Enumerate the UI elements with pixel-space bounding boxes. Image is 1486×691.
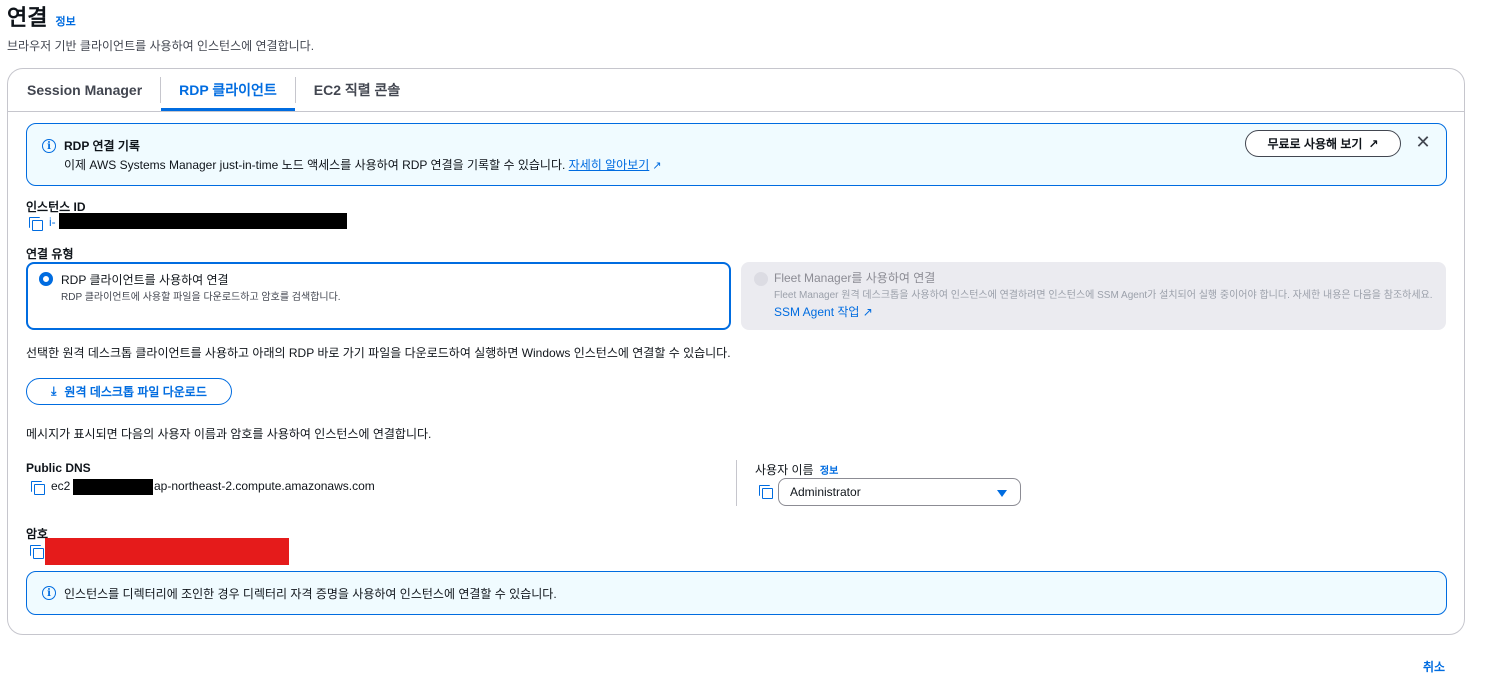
copy-icon[interactable] — [29, 217, 43, 231]
download-icon: ⤓ — [51, 384, 57, 398]
learn-more-link[interactable]: 자세히 알아보기 ↗ — [569, 158, 662, 172]
ssm-agent-link[interactable]: SSM Agent 작업 ↗ — [774, 305, 873, 319]
rdp-client-option[interactable]: RDP 클라이언트를 사용하여 연결 RDP 클라이언트에 사용할 파일을 다운… — [26, 262, 731, 330]
column-divider — [736, 460, 737, 506]
credentials-instructions: 메시지가 표시되면 다음의 사용자 이름과 암호를 사용하여 인스턴스에 연결합… — [26, 427, 432, 441]
flash-body: 인스턴스를 디렉터리에 조인한 경우 디렉터리 자격 증명을 사용하여 인스턴스… — [64, 587, 557, 601]
rdp-instructions: 선택한 원격 데스크톱 클라이언트를 사용하고 아래의 RDP 바로 가기 파일… — [26, 346, 731, 360]
password-redaction — [45, 538, 289, 565]
copy-icon[interactable] — [31, 481, 45, 495]
external-link-icon: ↗ — [862, 305, 873, 319]
username-label-text: 사용자 이름 — [755, 463, 814, 477]
tab-list: Session Manager RDP 클라이언트 EC2 직렬 콘솔 — [8, 69, 418, 111]
username-select[interactable]: Administrator — [778, 478, 1021, 506]
fleet-manager-option: Fleet Manager를 사용하여 연결 Fleet Manager 원격 … — [741, 262, 1446, 330]
try-free-label: 무료로 사용해 보기 — [1267, 137, 1363, 151]
page-description: 브라우저 기반 클라이언트를 사용하여 인스턴스에 연결합니다. — [7, 39, 315, 53]
username-info-link[interactable]: 정보 — [820, 466, 838, 477]
tabs-underline — [8, 111, 1464, 112]
tab-ec2-serial-console[interactable]: EC2 직렬 콘솔 — [296, 69, 419, 111]
cancel-button[interactable]: 취소 — [1423, 658, 1445, 675]
public-dns-suffix: ap-northeast-2.compute.amazonaws.com — [154, 479, 375, 493]
page-header: 연결 정보 브라우저 기반 클라이언트를 사용하여 인스턴스에 연결합니다. — [7, 4, 314, 54]
option-description: RDP 클라이언트에 사용할 파일을 다운로드하고 암호를 검색합니다. — [61, 292, 341, 303]
info-icon: i — [42, 139, 56, 153]
download-label: 원격 데스크톱 파일 다운로드 — [64, 385, 207, 399]
copy-icon[interactable] — [30, 545, 44, 559]
copy-icon[interactable] — [759, 485, 773, 499]
external-link-icon: ↗ — [1368, 136, 1379, 151]
public-dns-prefix: ec2 — [51, 479, 71, 493]
instance-id-prefix: i- — [49, 215, 56, 229]
public-dns-redaction — [73, 479, 153, 495]
option-title: RDP 클라이언트를 사용하여 연결 — [61, 273, 229, 287]
download-rdp-file-button[interactable]: ⤓ 원격 데스크톱 파일 다운로드 — [26, 378, 232, 405]
option-description-text: Fleet Manager 원격 데스크톱을 사용하여 인스턴스에 연결하려면 … — [774, 290, 1433, 301]
flash-title: RDP 연결 기록 — [64, 139, 140, 153]
option-description: Fleet Manager 원격 데스크톱을 사용하여 인스턴스에 연결하려면 … — [774, 287, 1439, 322]
try-free-button[interactable]: 무료로 사용해 보기 ↗ — [1245, 130, 1401, 157]
connect-panel: Session Manager RDP 클라이언트 EC2 직렬 콘솔 i RD… — [7, 68, 1465, 635]
instance-id-redaction — [59, 213, 347, 229]
header-info-link[interactable]: 정보 — [55, 13, 75, 29]
info-icon: i — [42, 586, 56, 600]
rdp-recording-flash: i RDP 연결 기록 이제 AWS Systems Manager just-… — [26, 123, 1447, 186]
username-label: 사용자 이름 정보 — [755, 461, 838, 478]
username-value: Administrator — [790, 485, 861, 499]
close-icon[interactable]: ✕ — [1411, 130, 1435, 154]
radio-disabled — [754, 272, 768, 286]
connection-type-label: 연결 유형 — [26, 247, 74, 261]
tab-rdp-client[interactable]: RDP 클라이언트 — [161, 69, 295, 111]
public-dns-label: Public DNS — [26, 461, 91, 475]
option-title: Fleet Manager를 사용하여 연결 — [774, 271, 936, 285]
flash-body-text: 이제 AWS Systems Manager just-in-time 노드 액… — [64, 158, 566, 172]
page-title: 연결 — [7, 5, 48, 30]
learn-more-label: 자세히 알아보기 — [568, 158, 650, 172]
tab-session-manager[interactable]: Session Manager — [8, 69, 160, 111]
caret-down-icon — [997, 490, 1007, 497]
external-link-icon: ↗ — [652, 160, 662, 172]
directory-credentials-flash: i 인스턴스를 디렉터리에 조인한 경우 디렉터리 자격 증명을 사용하여 인스… — [26, 571, 1447, 615]
ssm-agent-label: SSM Agent 작업 — [774, 305, 860, 319]
flash-body: 이제 AWS Systems Manager just-in-time 노드 액… — [64, 156, 662, 173]
radio-selected[interactable] — [39, 272, 53, 286]
